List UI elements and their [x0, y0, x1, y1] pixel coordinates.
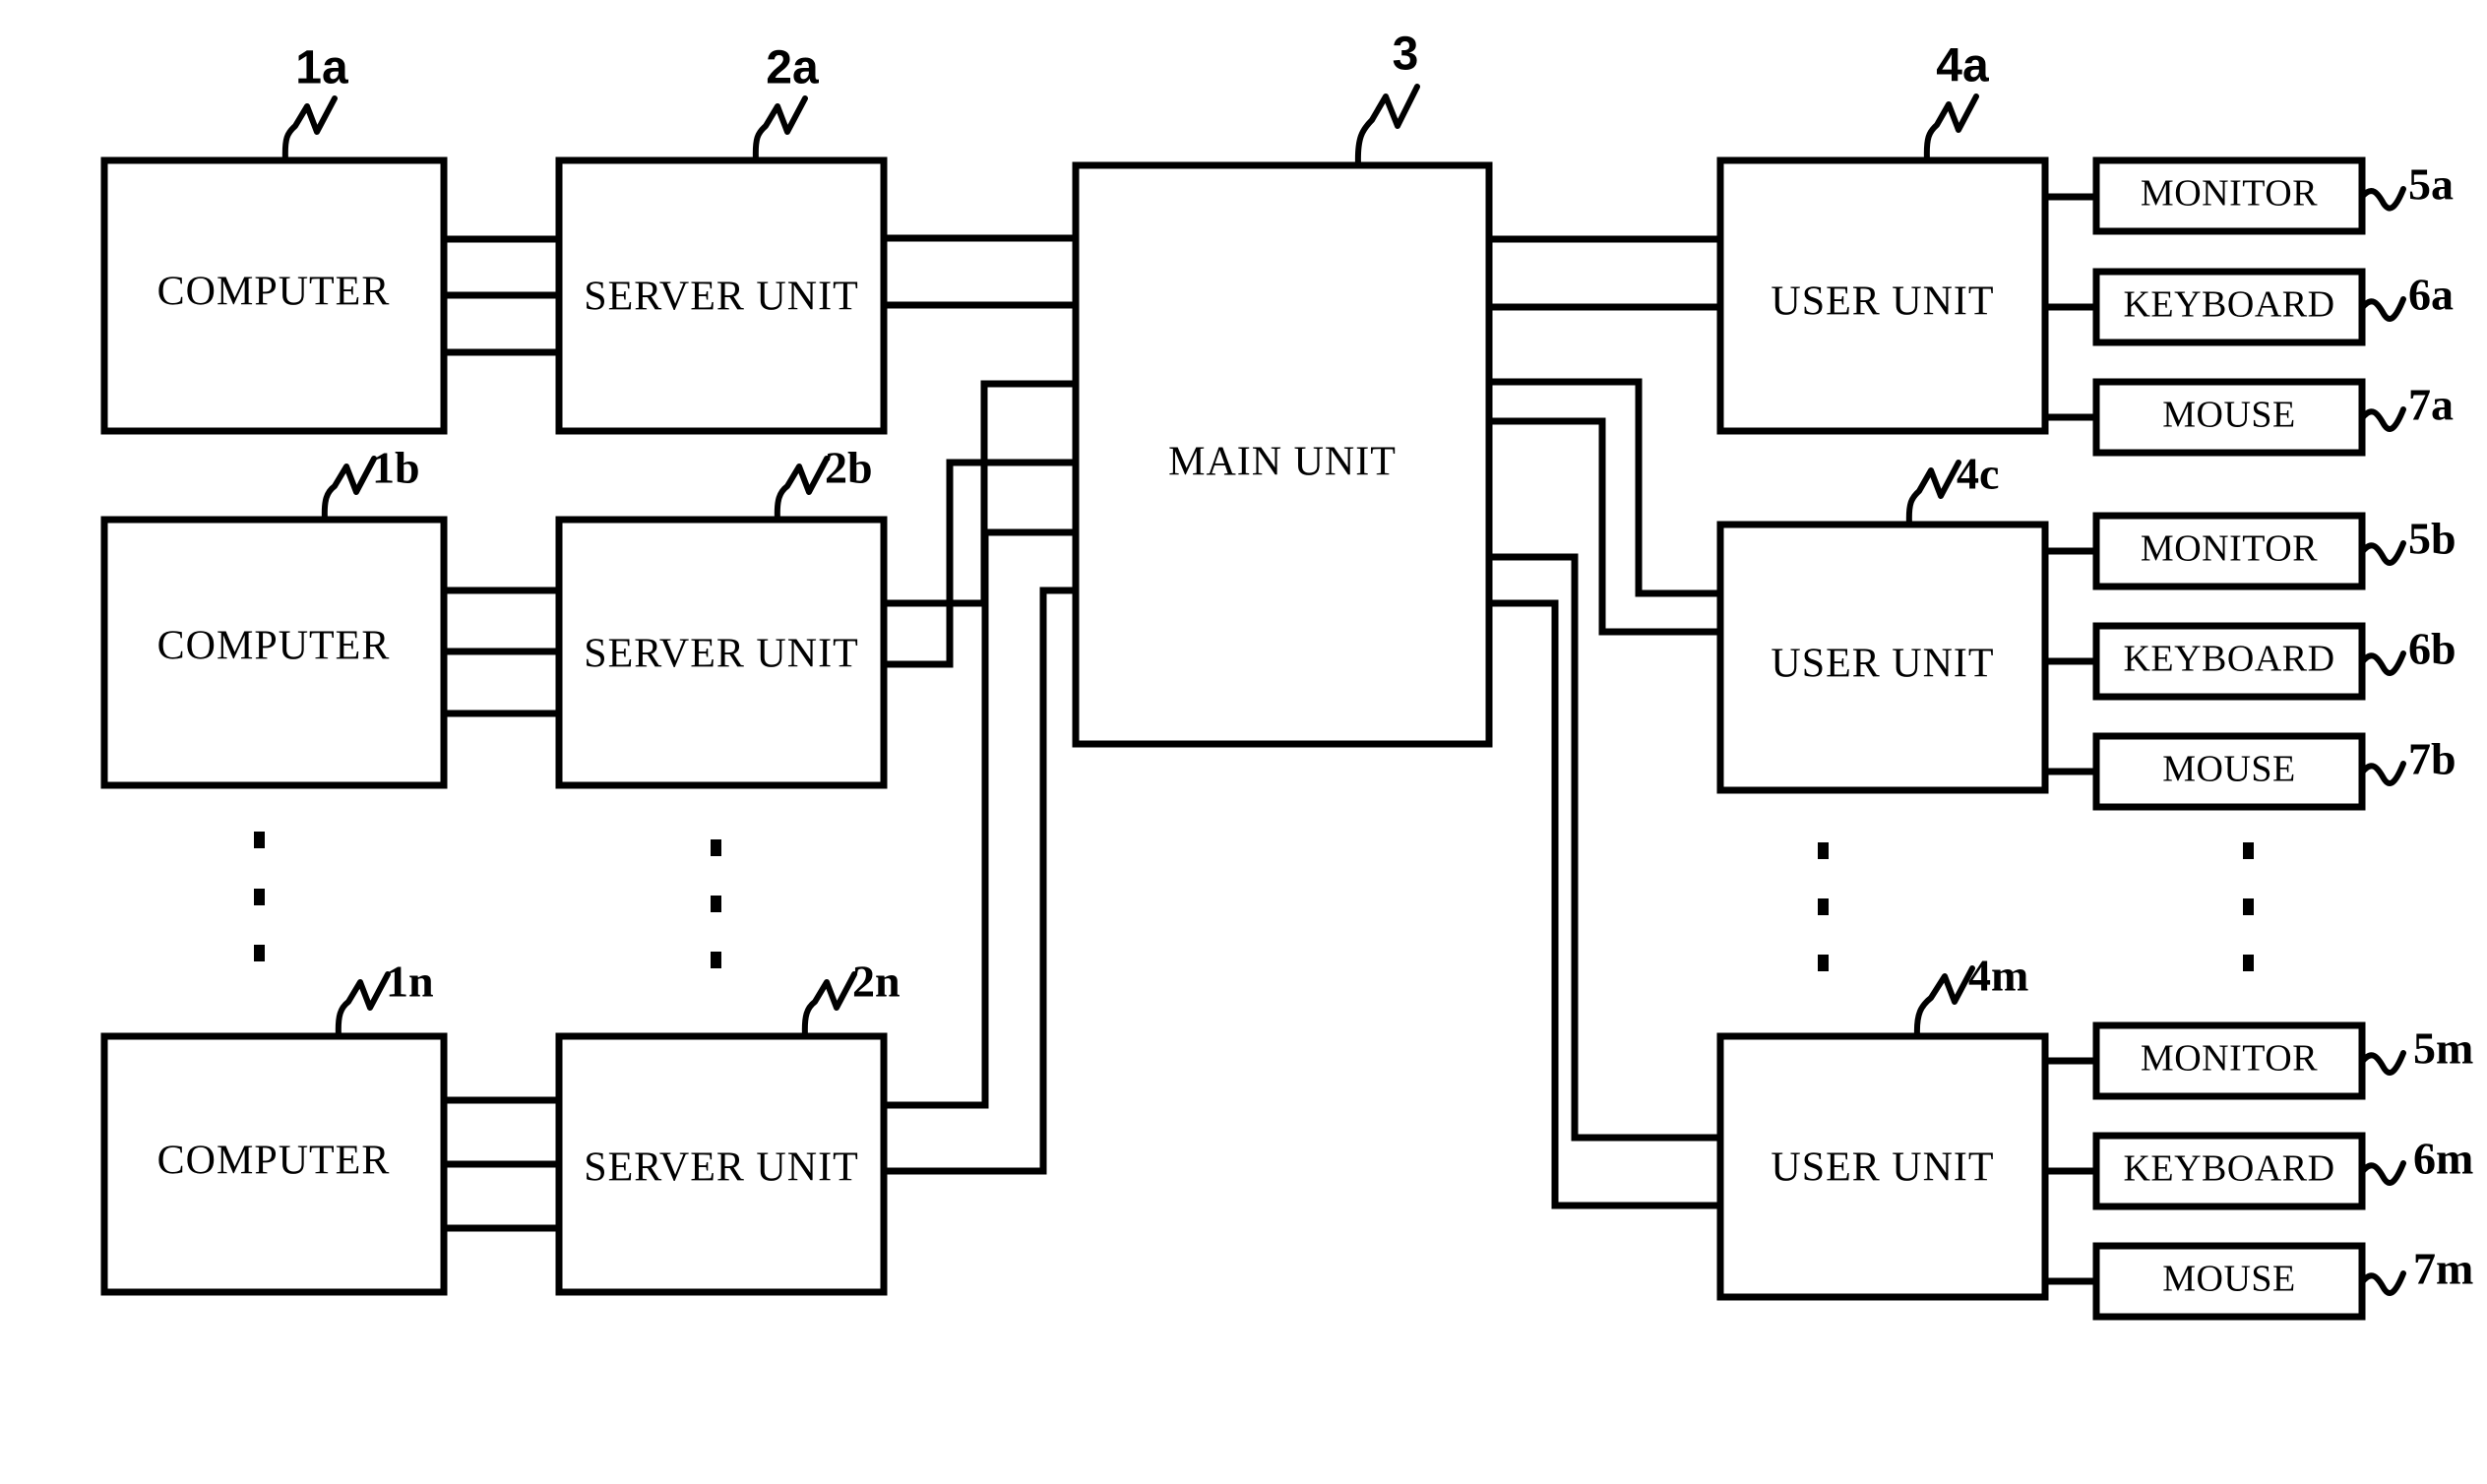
ref-number-6b: 6b [2408, 624, 2456, 674]
link-2b-main-bot [884, 459, 1076, 668]
link-2n-main-top [884, 528, 1076, 1109]
leader-line-5m [2359, 1050, 2406, 1076]
leader-line-4m [1913, 965, 1975, 1039]
leader-line-5b [2359, 540, 2406, 566]
ref-number-3: 3 [1393, 29, 1419, 81]
leader-line-4c [1905, 460, 1961, 527]
leader-line-6a [2359, 296, 2406, 322]
leader-line-3 [1354, 84, 1420, 168]
ellipsis-user-column [1818, 842, 1829, 971]
mouse-label-7b: MOUSE [2162, 749, 2296, 790]
link-main-4m-bot [1489, 599, 1720, 1209]
leader-line-6m [2359, 1160, 2406, 1186]
ref-number-7a: 7a [2408, 380, 2454, 430]
link-2b-main-top [884, 380, 1076, 607]
leader-line-2n [801, 971, 857, 1039]
keyboard-label-6b: KEYBOARD [2123, 639, 2334, 680]
leader-line-7m [2359, 1270, 2406, 1296]
leader-line-7a [2359, 406, 2406, 432]
diagram-canvas: COMPUTER 1a SERVER UNIT 2a COMPUTER 1b S… [0, 0, 2487, 1484]
ellipsis-computer-column [254, 832, 265, 961]
ref-number-4a: 4a [1936, 40, 1989, 93]
mouse-label-7a: MOUSE [2162, 395, 2296, 436]
ref-number-1n: 1n [386, 957, 434, 1007]
ref-number-5b: 5b [2408, 514, 2456, 564]
keyboard-label-6m: KEYBOARD [2123, 1148, 2334, 1190]
server-label-2b: SERVER UNIT [584, 632, 858, 677]
server-label-2n: SERVER UNIT [584, 1145, 858, 1191]
ref-number-5m: 5m [2413, 1023, 2473, 1074]
ref-number-7m: 7m [2413, 1244, 2473, 1294]
link-main-4m-top [1489, 553, 1720, 1142]
user-unit-label-4c: USER UNIT [1771, 642, 1994, 687]
main-unit-label: MAIN UNIT [1168, 440, 1397, 485]
ref-number-2n: 2n [852, 957, 901, 1007]
leader-line-2a [752, 95, 808, 163]
block-diagram-svg: COMPUTER 1a SERVER UNIT 2a COMPUTER 1b S… [100, 29, 2473, 1321]
ref-number-6m: 6m [2413, 1134, 2473, 1184]
ref-number-7b: 7b [2408, 734, 2456, 784]
mouse-label-7m: MOUSE [2162, 1259, 2296, 1300]
computer-label-1a: COMPUTER [157, 270, 391, 315]
link-2n-main-bot [884, 587, 1076, 1175]
leader-line-4a [1923, 93, 1979, 163]
leader-line-7b [2359, 761, 2406, 786]
leader-line-5a [2359, 186, 2406, 212]
server-label-2a: SERVER UNIT [584, 275, 858, 320]
ref-number-2b: 2b [825, 443, 873, 493]
leader-line-1a [281, 95, 338, 163]
ellipsis-server-column [711, 839, 721, 968]
monitor-label-5a: MONITOR [2141, 173, 2318, 215]
computer-label-1n: COMPUTER [157, 1139, 391, 1184]
user-unit-label-4a: USER UNIT [1771, 279, 1994, 325]
ref-number-5a: 5a [2408, 159, 2454, 210]
ref-number-4m: 4m [1968, 951, 2028, 1001]
monitor-label-5m: MONITOR [2141, 1038, 2318, 1080]
leader-line-6b [2359, 650, 2406, 676]
leader-line-1n [335, 971, 391, 1039]
keyboard-label-6a: KEYBOARD [2123, 284, 2334, 326]
computer-label-1b: COMPUTER [157, 624, 391, 669]
leader-line-2b [774, 456, 830, 523]
monitor-label-5b: MONITOR [2141, 528, 2318, 570]
ref-number-1b: 1b [372, 443, 420, 493]
ref-number-1a: 1a [295, 42, 348, 94]
ref-number-4c: 4c [1957, 449, 1999, 499]
user-unit-label-4m: USER UNIT [1771, 1145, 1994, 1191]
leader-line-1b [321, 456, 377, 523]
ref-number-2a: 2a [766, 42, 819, 94]
ellipsis-peripheral-column [2243, 842, 2254, 971]
ref-number-6a: 6a [2408, 270, 2454, 320]
